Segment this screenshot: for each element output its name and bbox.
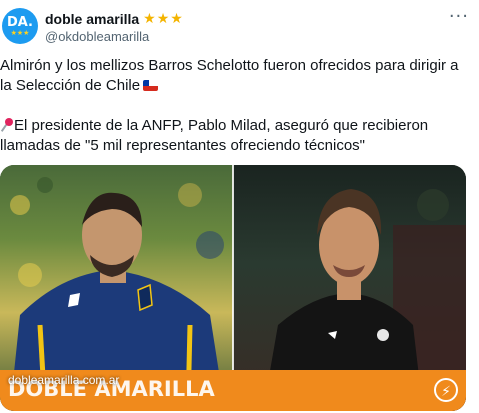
tweet-paragraph-2: El presidente de la ANFP, Pablo Milad, a…	[0, 116, 470, 156]
tweet-media-image[interactable]: DOBLE AMARILLA dobleamarilla.com.ar ⚡	[0, 165, 466, 411]
handle[interactable]: @okdobleamarilla	[45, 29, 149, 44]
avatar-text: DA.	[6, 15, 34, 30]
more-dots-icon[interactable]: ···	[449, 6, 469, 27]
chile-flag-icon	[143, 80, 159, 91]
tweet-header: DA. ★★★ doble amarilla ★★★ @okdobleamari…	[0, 0, 479, 52]
tweet-paragraph-1-text: Almirón y los mellizos Barros Schelotto …	[0, 57, 459, 94]
avatar[interactable]: DA. ★★★	[2, 8, 38, 44]
banner-url: dobleamarilla.com.ar	[8, 373, 120, 387]
pushpin-icon	[0, 118, 14, 132]
display-name[interactable]: doble amarilla	[45, 11, 139, 27]
avatar-stars: ★★★	[10, 29, 30, 37]
tweet-paragraph-1: Almirón y los mellizos Barros Schelotto …	[0, 56, 470, 96]
lightning-icon: ⚡	[434, 378, 458, 402]
star-badge-icon: ★★★	[143, 11, 184, 27]
brand-banner: DOBLE AMARILLA dobleamarilla.com.ar ⚡	[0, 370, 466, 411]
tweet-paragraph-2-text: El presidente de la ANFP, Pablo Milad, a…	[0, 117, 429, 154]
name-row: doble amarilla ★★★	[45, 10, 184, 28]
tweet-text: Almirón y los mellizos Barros Schelotto …	[0, 56, 470, 156]
